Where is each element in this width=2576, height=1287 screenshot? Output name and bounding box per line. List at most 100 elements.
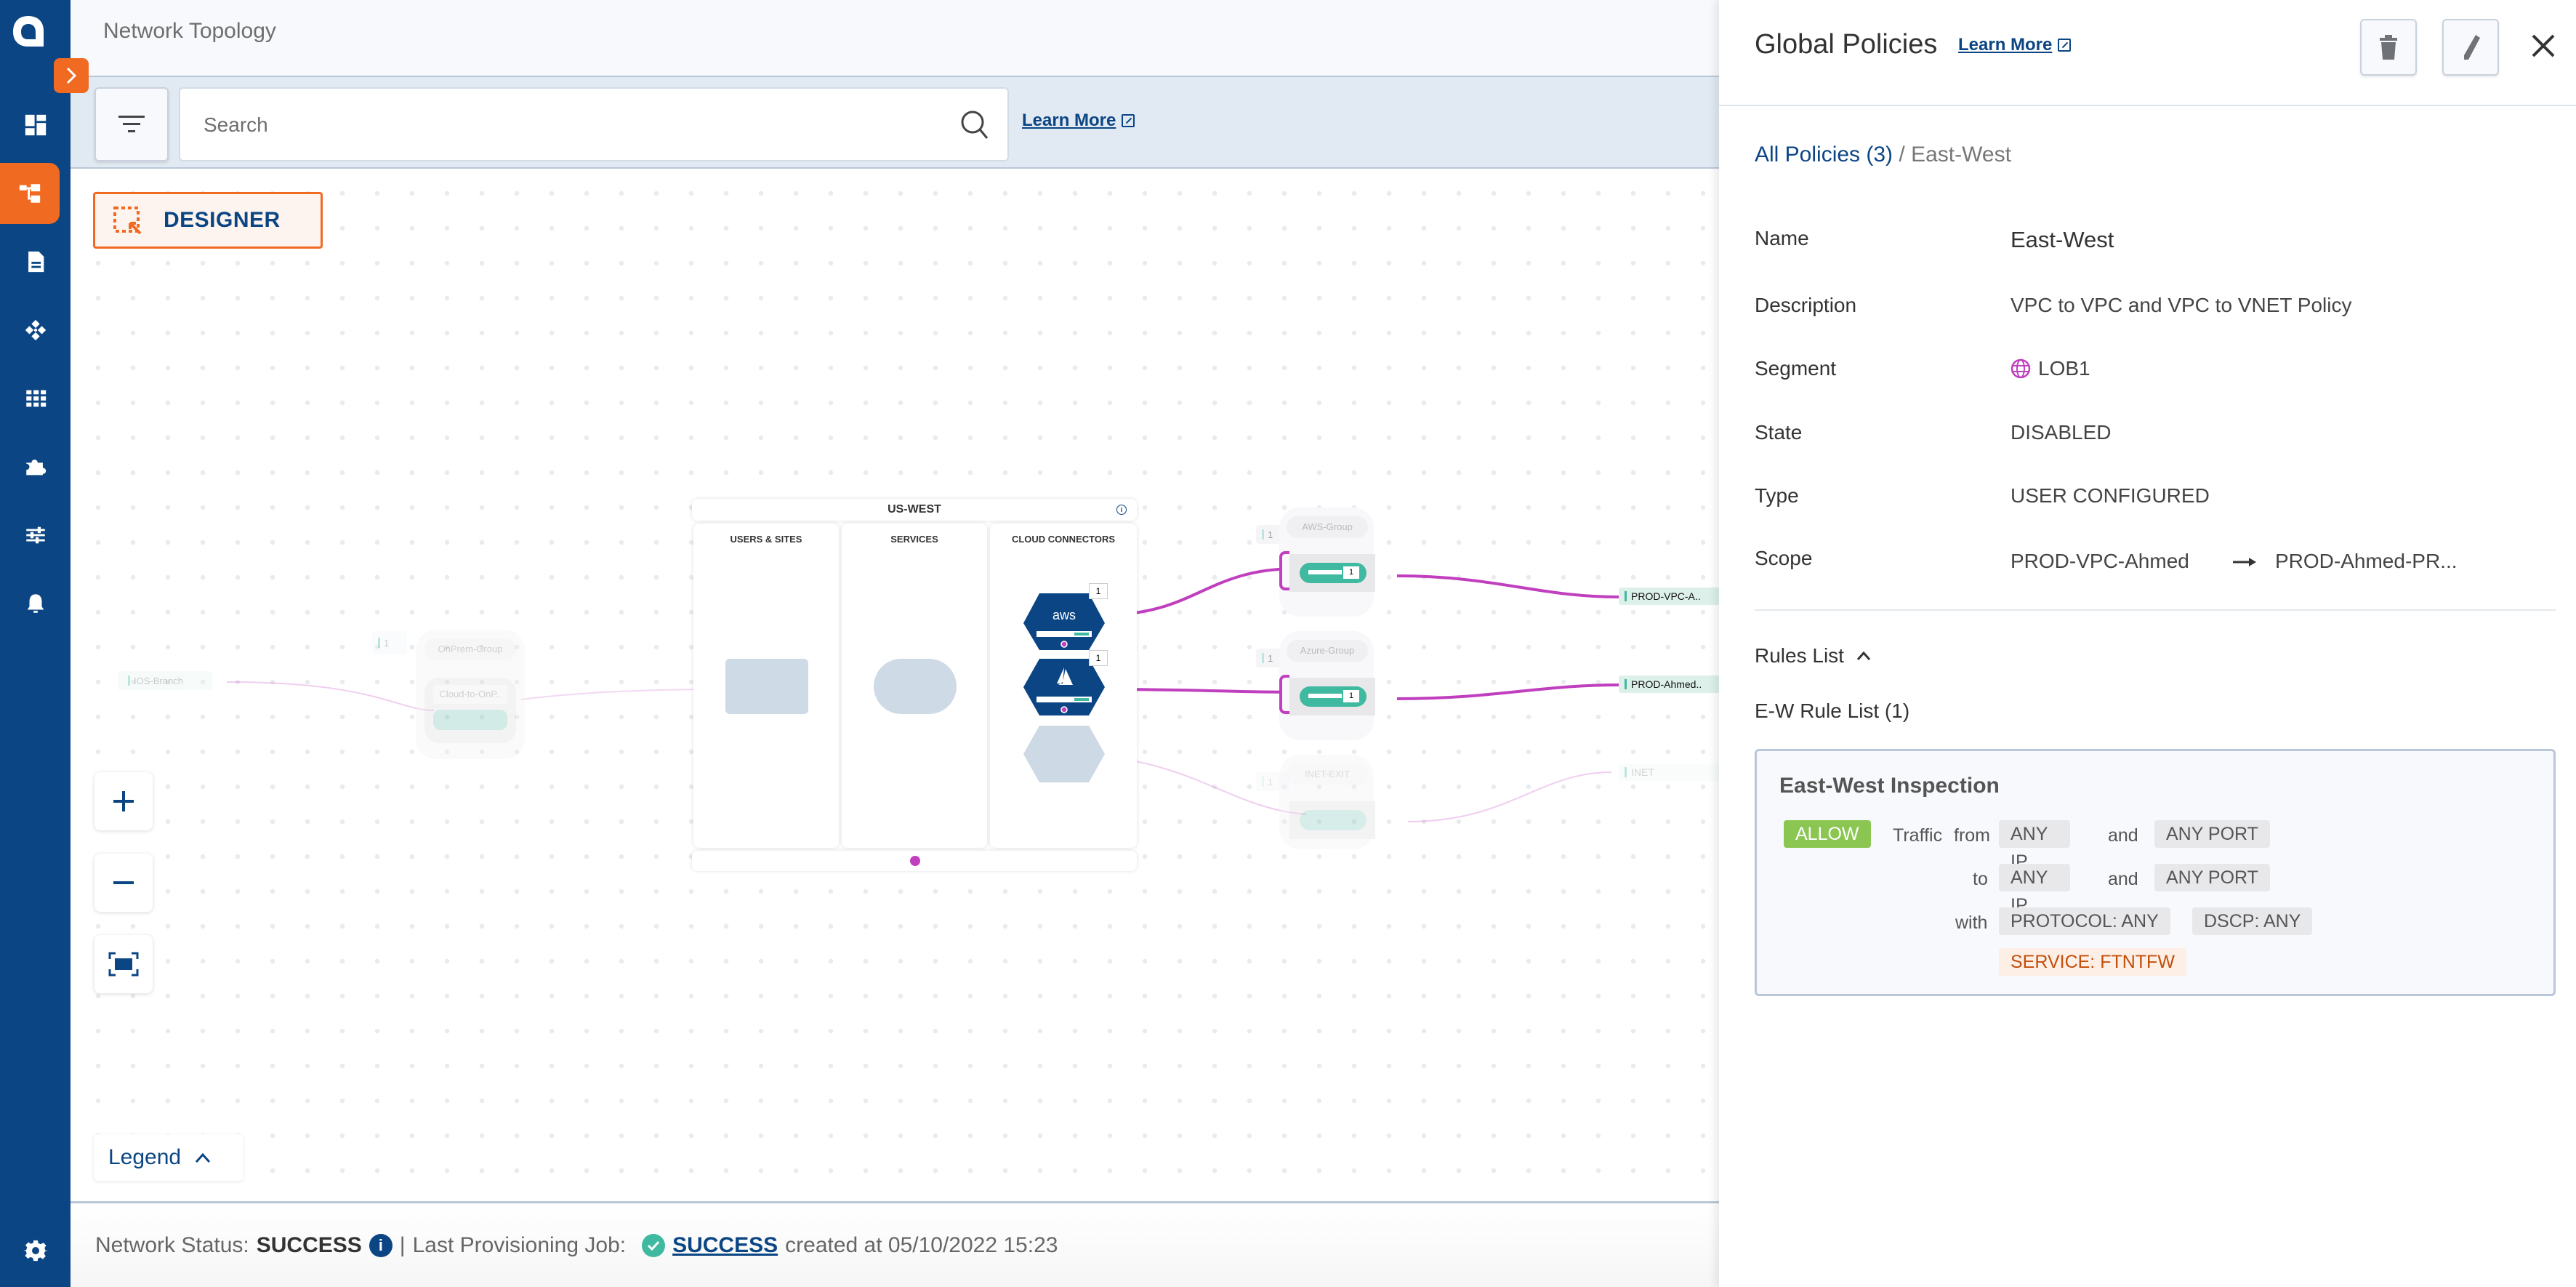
prop-label-scope: Scope: [1755, 547, 1813, 569]
prop-label-segment: Segment: [1755, 357, 1837, 380]
chip-to-port: ANY PORT: [2154, 864, 2270, 891]
group-aws[interactable]: AWS-Group 1: [1279, 508, 1375, 617]
prop-value-scope-source: PROD-VPC-Ahmed: [2011, 550, 2189, 572]
region-title: US-WEST: [887, 503, 941, 516]
link-aws-group-prod-vpc: [1396, 574, 1619, 598]
region-footer: [692, 851, 1137, 871]
endpoint-label: PROD-Ahmed..: [1631, 678, 1702, 690]
sliders-icon: [25, 526, 45, 544]
rule-name: East-West Inspection: [1779, 774, 2000, 798]
region-column-services: SERVICES: [842, 524, 987, 848]
group-inet-exit[interactable]: INET-EXIT: [1279, 755, 1375, 849]
endpoint-prod-vpc[interactable]: PROD-VPC-A..: [1619, 588, 1720, 605]
zoom-in-button[interactable]: [94, 772, 153, 830]
prop-label-state: State: [1755, 421, 1803, 444]
close-button[interactable]: [2527, 29, 2560, 63]
edit-button[interactable]: [2442, 19, 2499, 76]
region-column-users-sites: USERS & SITES: [693, 524, 839, 848]
separator: |: [399, 1232, 406, 1257]
sidebar-item-topology[interactable]: [0, 163, 60, 224]
prop-value-name: East-West: [2011, 227, 2114, 252]
column-header: CLOUD CONNECTORS: [1011, 534, 1116, 545]
aws-icon: aws: [1052, 608, 1076, 622]
filter-button[interactable]: [94, 87, 169, 161]
sidebar-item-notifications[interactable]: [0, 573, 71, 634]
learn-more-link[interactable]: Learn More: [1022, 111, 1135, 131]
group-name-onprem: OnPrem-Group: [424, 638, 516, 660]
group-azure[interactable]: Azure-Group 1: [1279, 631, 1375, 740]
connector-badge: 1: [1343, 566, 1359, 579]
sidebar-item-dashboard[interactable]: [0, 95, 71, 156]
search-input[interactable]: [202, 89, 932, 161]
group-name: Azure-Group: [1287, 640, 1368, 662]
external-link-icon: [1122, 114, 1135, 127]
sidebar-item-apps[interactable]: [0, 368, 71, 429]
page-header: [71, 0, 1719, 77]
breadcrumb-current: East-West: [1911, 143, 2011, 167]
group-name: INET-EXIT: [1287, 763, 1368, 785]
document-icon: [28, 251, 44, 273]
node-firewall-service[interactable]: [874, 659, 957, 714]
rules-list-toggle[interactable]: Rules List: [1755, 644, 1872, 667]
sidebar-item-settings-sliders[interactable]: [0, 505, 71, 566]
zoom-out-button[interactable]: [94, 854, 153, 912]
chip-to-ip: ANY IP: [1999, 864, 2070, 915]
column-header: USERS & SITES: [730, 534, 802, 545]
bell-icon: [27, 594, 44, 613]
chip-from-ip: ANY IP: [1999, 820, 2070, 872]
chevron-right-icon: [66, 67, 77, 84]
topology-icon: [19, 184, 41, 203]
rule-list-title: E-W Rule List (1): [1755, 699, 1910, 722]
node-count-badge: 1: [1089, 650, 1108, 666]
prop-label-name: Name: [1755, 227, 1809, 249]
endpoint-inet[interactable]: INET: [1619, 763, 1720, 781]
kw-to: to: [1973, 869, 1988, 889]
sidebar-item-system-settings[interactable]: [0, 1220, 71, 1281]
sidebar-item-network[interactable]: [0, 300, 71, 361]
prop-label-type: Type: [1755, 484, 1799, 507]
node-ipsec[interactable]: [725, 659, 808, 714]
last-job-status-link[interactable]: SUCCESS: [672, 1233, 778, 1258]
link-inet: [1407, 771, 1612, 822]
sidebar-item-documents[interactable]: [0, 231, 71, 292]
learn-more-label: Learn More: [1022, 111, 1116, 130]
expand-sidebar-button[interactable]: [54, 58, 89, 93]
search-icon[interactable]: [959, 109, 990, 140]
node-azure[interactable]: [1022, 657, 1106, 717]
chevron-up-icon: [195, 1152, 211, 1163]
breadcrumb-all-policies[interactable]: All Policies (3): [1755, 143, 1893, 167]
legend-toggle[interactable]: Legend: [94, 1134, 243, 1181]
node-aws[interactable]: aws: [1022, 590, 1106, 650]
group-onprem[interactable]: OnPrem-Group Cloud-to-OnP..: [416, 630, 525, 759]
endpoint-label: INET: [1631, 766, 1654, 778]
arrow-right-icon: [2233, 558, 2256, 566]
external-link-icon: [2058, 39, 2072, 52]
node-internet[interactable]: [1022, 724, 1106, 784]
azure-group-connector[interactable]: 1: [1300, 686, 1367, 707]
dashboard-icon: [25, 114, 46, 136]
delete-button[interactable]: [2360, 19, 2417, 76]
endpoint-prod-ahmed[interactable]: PROD-Ahmed..: [1619, 675, 1720, 693]
link-ios-branch: [226, 681, 435, 711]
prop-label-description: Description: [1755, 294, 1857, 316]
group-count-onprem: 1: [372, 631, 407, 654]
panel-learn-more-link[interactable]: Learn More: [1958, 35, 2072, 55]
breadcrumb-separator: /: [1899, 143, 1905, 167]
region-header: US-WEST i: [692, 499, 1137, 521]
puzzle-icon: [25, 460, 46, 476]
panel-divider: [1719, 105, 2576, 106]
sidebar-item-integrations[interactable]: [0, 436, 71, 497]
region-port-dot[interactable]: [910, 856, 920, 866]
network-status-value: SUCCESS: [256, 1232, 362, 1257]
aws-group-connector[interactable]: 1: [1300, 563, 1367, 583]
endpoint-ios-branch[interactable]: IOS-Branch: [118, 671, 212, 690]
fit-to-screen-button[interactable]: [94, 935, 153, 993]
kw-with: with: [1955, 913, 1988, 933]
rule-action-badge: ALLOW: [1784, 820, 1871, 848]
chip-protocol: PROTOCOL: ANY: [1999, 907, 2170, 935]
section-divider: [1755, 609, 2556, 611]
info-icon[interactable]: i: [369, 1233, 393, 1257]
connector-badge: 1: [1343, 690, 1359, 702]
kw-traffic: Traffic: [1893, 825, 1943, 846]
region-info-icon[interactable]: i: [1116, 505, 1127, 515]
